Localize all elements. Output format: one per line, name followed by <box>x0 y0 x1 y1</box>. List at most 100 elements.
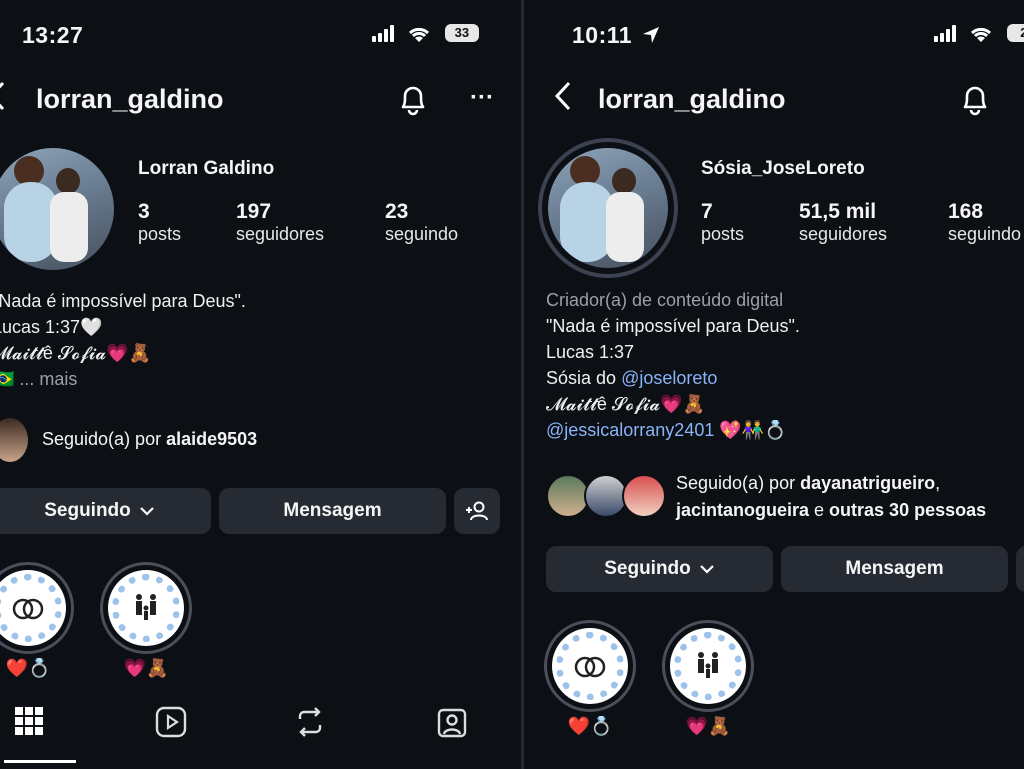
bio-line: "Nada é impossível para Deus". <box>546 316 800 336</box>
followed-by[interactable]: Seguido(a) por alaide9503 <box>42 429 257 450</box>
family-icon <box>136 594 156 620</box>
bio-more[interactable]: 🇧🇷 ... mais <box>0 366 472 392</box>
bio-emoji: 💖👫💍 <box>714 420 787 440</box>
highlight-label: ❤️💍 <box>5 658 51 678</box>
bio-line: Lucas 1:37🤍 <box>0 317 103 337</box>
chevron-left-icon <box>554 81 571 111</box>
highlight-label: 💗🧸 <box>685 716 731 736</box>
display-name: Sósia_JoseLoreto <box>701 158 865 179</box>
chevron-left-icon <box>0 81 5 111</box>
header-username: lorran_galdino <box>36 84 224 114</box>
suggest-people-button[interactable] <box>1016 546 1024 592</box>
stat-label: posts <box>138 224 182 244</box>
bell-icon[interactable] <box>398 82 428 116</box>
bio-line: "Nada é impossível para Deus". <box>0 291 246 311</box>
highlight[interactable]: 💗🧸 <box>662 620 754 737</box>
tab-tagged[interactable] <box>436 706 468 743</box>
back-button[interactable] <box>0 80 6 120</box>
rings-icon <box>574 656 606 678</box>
tab-grid[interactable] <box>14 706 44 741</box>
battery-icon: 2 <box>1006 24 1024 42</box>
followed-by-user: alaide9503 <box>166 429 258 449</box>
back-button[interactable] <box>554 80 572 120</box>
tab-reposts[interactable] <box>294 706 326 743</box>
follower-avatars[interactable] <box>546 472 670 520</box>
stat-value: 168 <box>948 200 984 223</box>
add-person-icon <box>466 501 488 521</box>
stat-label: seguindo <box>948 224 1022 244</box>
stat-following[interactable]: 23 seguindo <box>385 200 458 245</box>
tab-reels[interactable] <box>155 706 187 743</box>
stat-label: seguidores <box>799 224 888 244</box>
stat-posts[interactable]: 7 posts <box>701 200 744 245</box>
bell-icon[interactable] <box>960 82 990 116</box>
battery-icon: 33 <box>444 24 479 42</box>
highlight-label: 💗🧸 <box>123 658 169 678</box>
right-screenshot: 10:11 2 lorran_galdino Sósia_JoseLoreto … <box>524 0 1024 769</box>
stat-followers[interactable]: 197 seguidores <box>236 200 324 245</box>
following-label: Seguindo <box>44 500 131 521</box>
stat-posts[interactable]: 3 posts <box>138 200 181 245</box>
status-icons: 33 <box>372 24 479 47</box>
followed-by-prefix: Seguido(a) por <box>42 429 167 449</box>
message-label: Mensagem <box>283 500 382 521</box>
bio-line: 𝓜𝓪𝓲𝓽𝓽ê 𝓢𝓸𝓯𝓲𝓪💗🧸 <box>546 394 705 414</box>
reels-icon <box>155 706 187 738</box>
followed-by[interactable]: Seguido(a) por dayanatrigueiro, jacintan… <box>676 470 1024 524</box>
stat-followers[interactable]: 51,5 mil seguidores <box>799 200 887 245</box>
message-button[interactable]: Mensagem <box>781 546 1008 592</box>
repost-icon <box>298 707 322 737</box>
chevron-down-icon <box>700 565 714 574</box>
followed-sep: , <box>935 473 941 493</box>
header-username: lorran_galdino <box>598 84 786 114</box>
more-options-icon[interactable]: ··· <box>470 84 494 112</box>
left-screenshot: 13:27 33 lorran_galdino ··· Lorran Galdi… <box>0 0 521 769</box>
profile-avatar[interactable] <box>0 148 114 270</box>
cellular-signal-icon <box>934 24 956 42</box>
stat-value: 51,5 mil <box>799 200 877 223</box>
highlight-label: ❤️💍 <box>567 716 613 736</box>
highlight[interactable]: ❤️💍 <box>544 620 636 737</box>
mention-link[interactable]: @joseloreto <box>621 368 717 388</box>
stat-value: 23 <box>385 200 409 223</box>
stat-value: 197 <box>236 200 272 223</box>
followed-user: dayanatrigueiro <box>800 473 936 493</box>
tagged-icon <box>437 708 467 738</box>
active-tab-indicator <box>4 760 76 763</box>
mention-link[interactable]: @jessicalorrany2401 <box>546 420 714 440</box>
bio-line: Sósia do @joseloreto <box>546 365 1016 391</box>
rings-icon <box>12 598 44 620</box>
stat-label: seguidores <box>236 224 325 244</box>
suggest-people-button[interactable] <box>454 488 500 534</box>
followed-prefix: Seguido(a) por <box>676 473 801 493</box>
cellular-signal-icon <box>372 24 394 42</box>
family-icon <box>698 652 718 678</box>
followed-user: jacintanogueira <box>676 500 810 520</box>
bio: "Nada é impossível para Deus". Lucas 1:3… <box>0 288 472 392</box>
bio: Criador(a) de conteúdo digital "Nada é i… <box>546 287 1016 443</box>
message-label: Mensagem <box>845 558 944 579</box>
following-button[interactable]: Seguindo <box>546 546 773 592</box>
display-name: Lorran Galdino <box>138 158 275 179</box>
bio-line: 𝓜𝓪𝓲𝓽𝓽ê 𝓢𝓸𝓯𝓲𝓪💗🧸 <box>0 343 151 363</box>
status-icons: 2 <box>934 24 1024 47</box>
wifi-icon <box>971 27 992 42</box>
highlight[interactable]: 💗🧸 <box>100 562 192 679</box>
location-arrow-icon <box>642 27 659 43</box>
status-time: 10:11 <box>572 22 633 48</box>
status-time: 13:27 <box>22 22 84 48</box>
profile-avatar[interactable] <box>538 138 678 278</box>
follower-avatar[interactable] <box>0 418 28 462</box>
stat-label: seguindo <box>385 224 459 244</box>
stat-value: 7 <box>701 200 713 223</box>
bio-line: @jessicalorrany2401 💖👫💍 <box>546 417 1016 443</box>
message-button[interactable]: Mensagem <box>219 488 446 534</box>
following-label: Seguindo <box>604 558 691 579</box>
stat-label: posts <box>701 224 745 244</box>
grid-icon <box>15 707 43 735</box>
following-button[interactable]: Seguindo <box>0 488 211 534</box>
stat-following[interactable]: 168 seguindo <box>948 200 1021 245</box>
bio-text: Sósia do <box>546 368 622 388</box>
bio-category: Criador(a) de conteúdo digital <box>546 290 784 310</box>
highlight[interactable]: ❤️💍 <box>0 562 74 679</box>
